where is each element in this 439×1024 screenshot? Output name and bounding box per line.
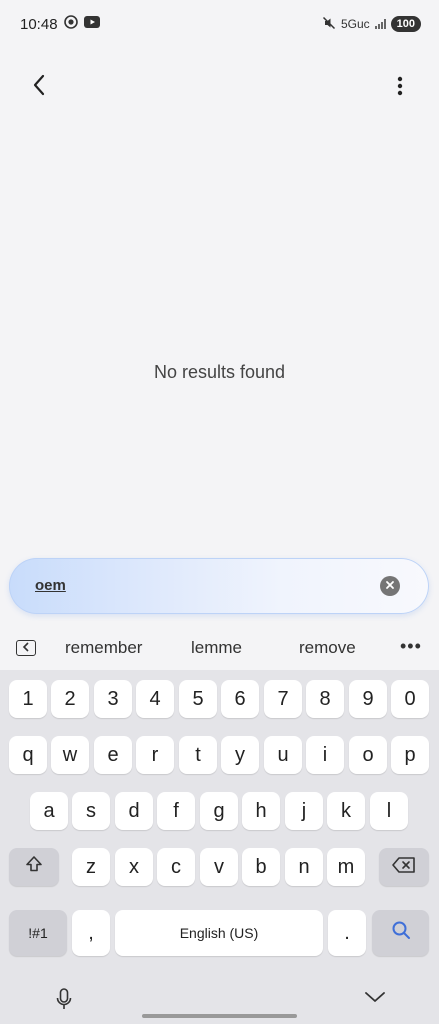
shift-icon xyxy=(25,855,43,879)
network-type: 5Guc xyxy=(340,17,370,31)
key-v[interactable]: v xyxy=(200,848,238,886)
key-6[interactable]: 6 xyxy=(221,680,259,718)
key-i[interactable]: i xyxy=(306,736,344,774)
key-1[interactable]: 1 xyxy=(9,680,47,718)
key-o[interactable]: o xyxy=(349,736,387,774)
battery-badge: 100 xyxy=(390,16,421,32)
status-left: 10:48 xyxy=(20,14,100,34)
signal-icon xyxy=(374,19,386,29)
more-options-button[interactable] xyxy=(388,72,412,104)
backspace-key[interactable] xyxy=(379,848,429,886)
more-suggestions-button[interactable]: ••• xyxy=(400,636,422,657)
suggestion-word[interactable]: remove xyxy=(299,638,356,658)
key-p[interactable]: p xyxy=(391,736,429,774)
key-t[interactable]: t xyxy=(179,736,217,774)
shift-key[interactable] xyxy=(9,848,59,886)
key-a[interactable]: a xyxy=(30,792,68,830)
keyboard-nav-strip xyxy=(0,978,439,1024)
key-k[interactable]: k xyxy=(327,792,365,830)
key-5[interactable]: 5 xyxy=(179,680,217,718)
more-vert-icon xyxy=(397,76,403,101)
key-s[interactable]: s xyxy=(72,792,110,830)
key-e[interactable]: e xyxy=(94,736,132,774)
key-g[interactable]: g xyxy=(200,792,238,830)
chevron-left-small-icon xyxy=(22,639,30,657)
key-l[interactable]: l xyxy=(370,792,408,830)
key-u[interactable]: u xyxy=(264,736,302,774)
key-j[interactable]: j xyxy=(285,792,323,830)
chevron-left-icon xyxy=(31,73,47,102)
suggestion-word[interactable]: lemme xyxy=(191,638,242,658)
chevron-down-icon xyxy=(364,991,386,1008)
space-key[interactable]: English (US) xyxy=(115,910,323,956)
suggestion-bar: remember lemme remove ••• xyxy=(0,626,439,670)
status-right: 5Guc 100 xyxy=(322,16,421,33)
period-key[interactable]: . xyxy=(328,910,366,956)
key-d[interactable]: d xyxy=(115,792,153,830)
clear-circle-icon xyxy=(385,577,395,595)
key-q[interactable]: q xyxy=(9,736,47,774)
key-8[interactable]: 8 xyxy=(306,680,344,718)
status-time: 10:48 xyxy=(20,15,58,33)
key-0[interactable]: 0 xyxy=(391,680,429,718)
key-4[interactable]: 4 xyxy=(136,680,174,718)
home-indicator[interactable] xyxy=(142,1014,297,1018)
keyboard: 1 2 3 4 5 6 7 8 9 0 q w e r t y u i o p … xyxy=(0,670,439,1024)
search-field[interactable]: oem xyxy=(9,558,429,614)
key-n[interactable]: n xyxy=(285,848,323,886)
toolbar-toggle-button[interactable] xyxy=(16,640,36,656)
key-m[interactable]: m xyxy=(327,848,365,886)
search-icon xyxy=(391,920,411,946)
no-results-message: No results found xyxy=(153,362,286,382)
suggestion-word[interactable]: remember xyxy=(65,638,142,658)
key-7[interactable]: 7 xyxy=(264,680,302,718)
key-x[interactable]: x xyxy=(115,848,153,886)
key-9[interactable]: 9 xyxy=(349,680,387,718)
hide-keyboard-button[interactable] xyxy=(364,990,386,1006)
clear-search-button[interactable] xyxy=(380,576,400,596)
youtube-icon xyxy=(83,15,100,33)
search-query[interactable]: oem xyxy=(35,577,66,594)
key-y[interactable]: y xyxy=(221,736,259,774)
key-3[interactable]: 3 xyxy=(94,680,132,718)
mic-icon xyxy=(56,988,72,1016)
key-2[interactable]: 2 xyxy=(51,680,89,718)
key-r[interactable]: r xyxy=(136,736,174,774)
back-button[interactable] xyxy=(24,70,54,104)
status-bar: 10:48 5Guc 100 xyxy=(0,0,439,48)
comma-key[interactable]: , xyxy=(72,910,110,956)
record-icon xyxy=(63,14,78,34)
key-z[interactable]: z xyxy=(72,848,110,886)
backspace-icon xyxy=(392,856,416,879)
search-key[interactable] xyxy=(372,910,429,956)
key-c[interactable]: c xyxy=(157,848,195,886)
mute-icon xyxy=(322,16,336,33)
key-w[interactable]: w xyxy=(51,736,89,774)
voice-input-button[interactable] xyxy=(56,988,72,1012)
symbols-key[interactable]: !#1 xyxy=(9,910,67,956)
key-b[interactable]: b xyxy=(242,848,280,886)
key-f[interactable]: f xyxy=(157,792,195,830)
key-h[interactable]: h xyxy=(242,792,280,830)
